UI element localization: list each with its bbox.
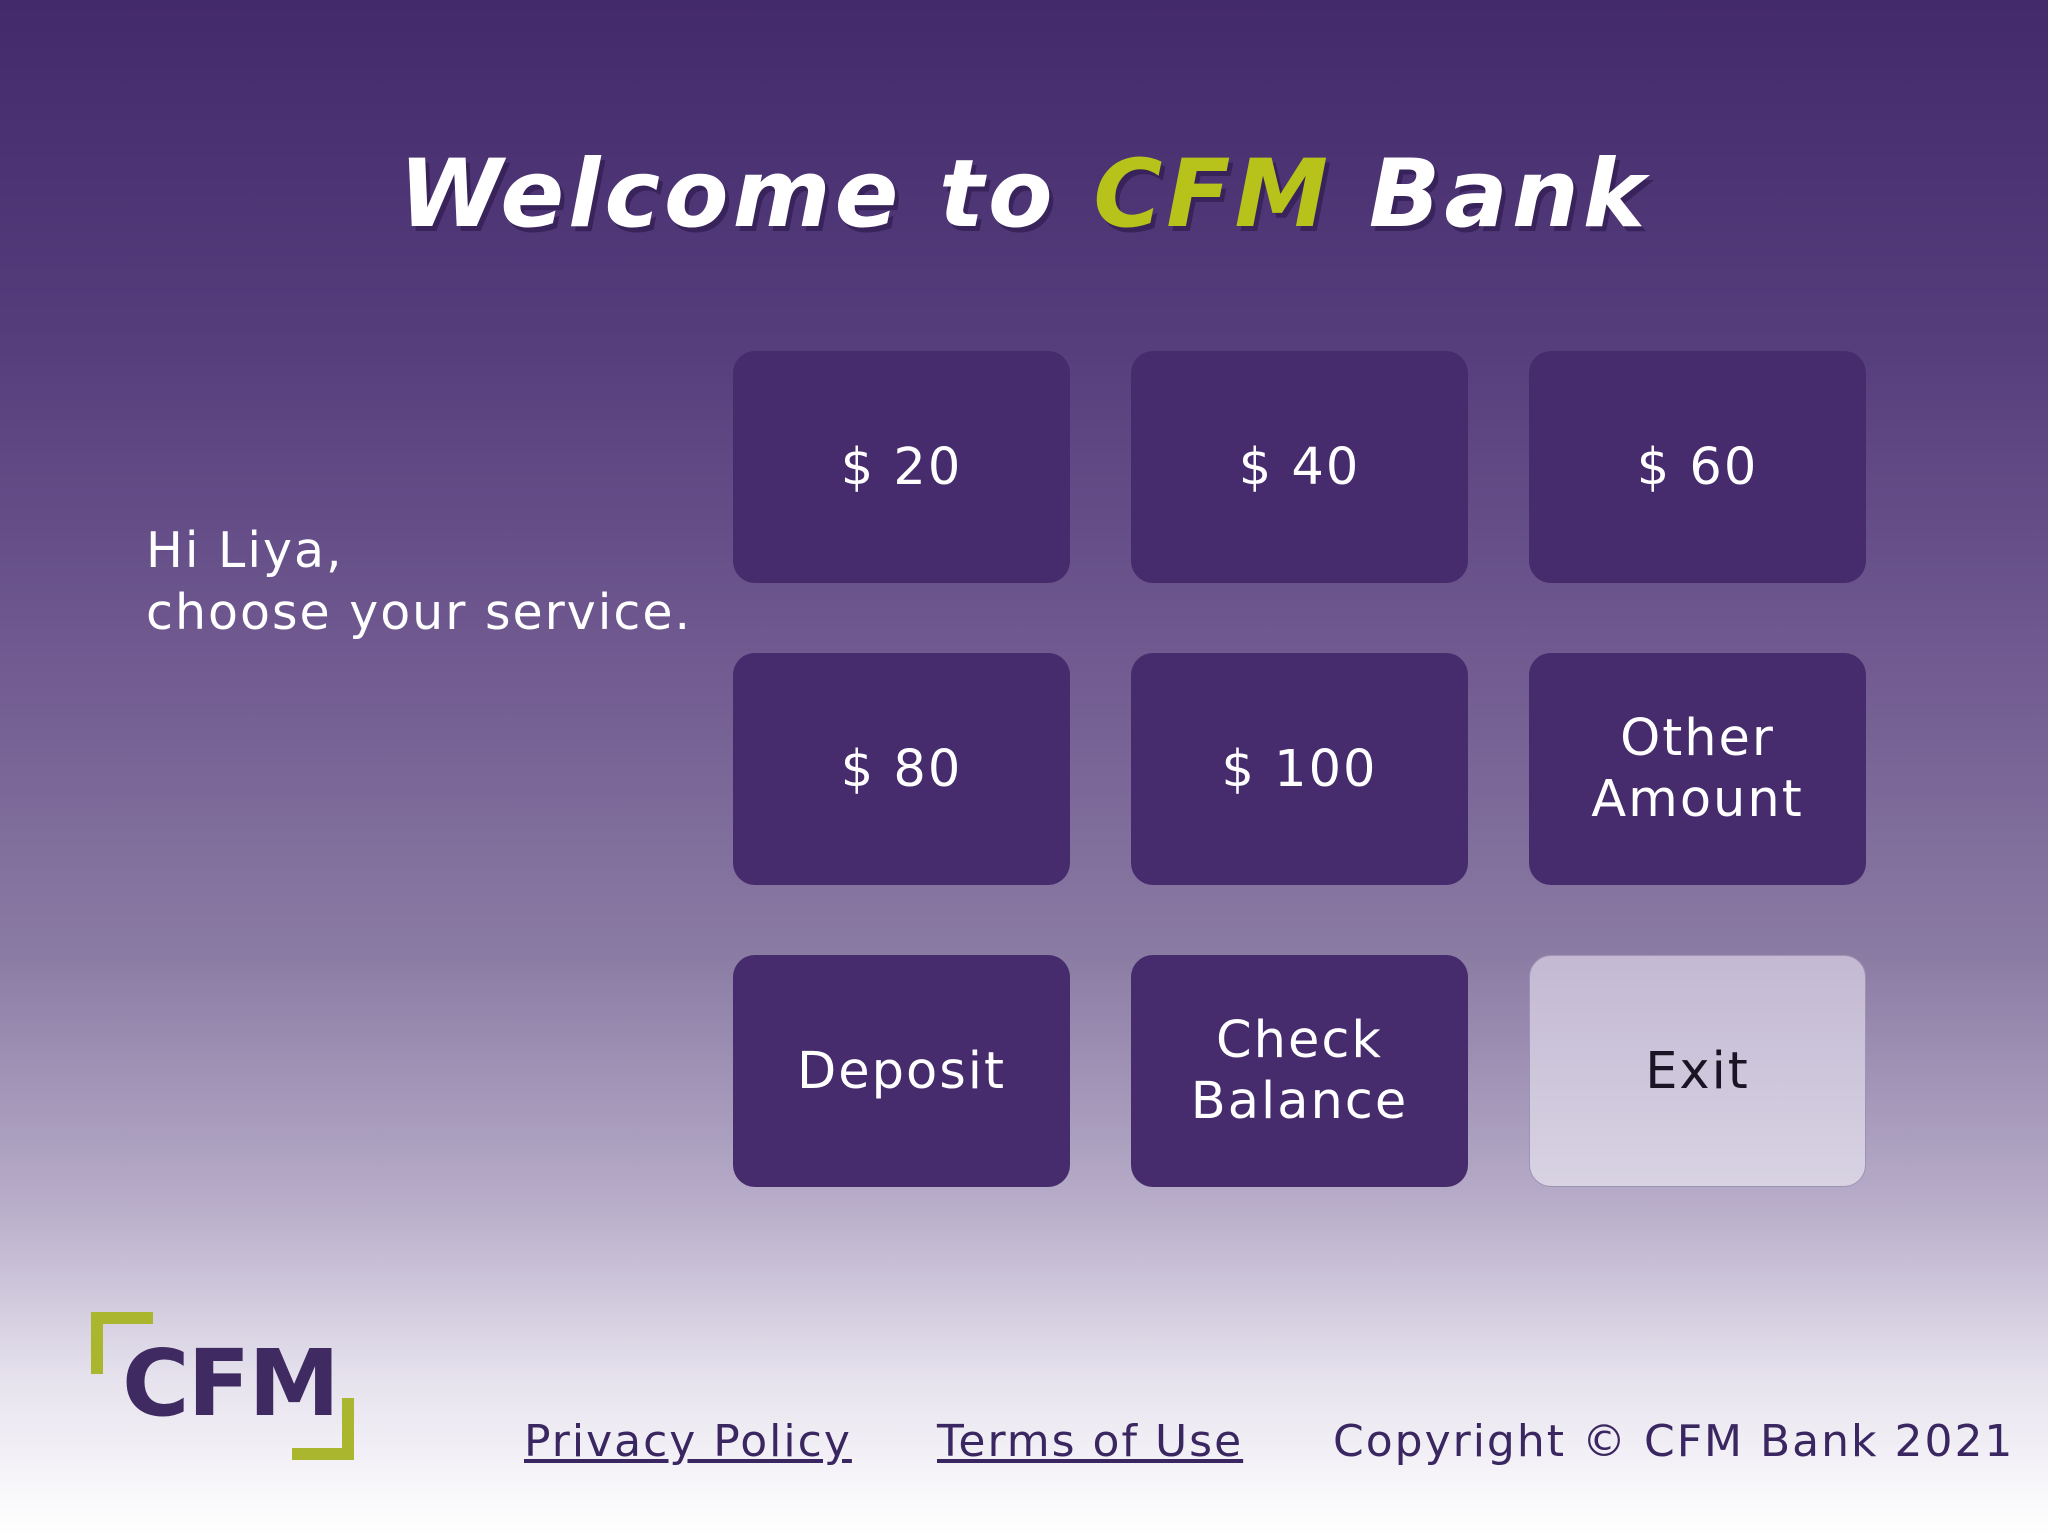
withdraw-100-label: $ 100	[1221, 739, 1378, 799]
logo-bracket-left	[91, 1312, 103, 1374]
exit-label: Exit	[1645, 1041, 1750, 1101]
check-balance-button[interactable]: Check Balance	[1131, 955, 1468, 1187]
deposit-button[interactable]: Deposit	[733, 955, 1070, 1187]
withdraw-80-label: $ 80	[840, 739, 963, 799]
greeting-line-1: Hi Liya,	[146, 522, 344, 579]
withdraw-60-button[interactable]: $ 60	[1529, 351, 1866, 583]
logo-bracket-right	[342, 1398, 354, 1460]
withdraw-20-label: $ 20	[840, 437, 963, 497]
withdraw-60-label: $ 60	[1636, 437, 1759, 497]
check-balance-line-1: Check	[1216, 1011, 1383, 1070]
deposit-label: Deposit	[797, 1041, 1006, 1101]
exit-button[interactable]: Exit	[1529, 955, 1866, 1187]
withdraw-100-button[interactable]: $ 100	[1131, 653, 1468, 885]
withdraw-20-button[interactable]: $ 20	[733, 351, 1070, 583]
greeting-line-2: choose your service.	[146, 584, 693, 641]
service-grid: $ 20 $ 40 $ 60 $ 80 $ 100 Other Amount D…	[733, 351, 1866, 1187]
title-brand: CFM	[1093, 140, 1333, 249]
privacy-policy-link[interactable]: Privacy Policy	[524, 1416, 852, 1467]
logo-wordmark: CFM	[122, 1330, 340, 1437]
title-suffix: Bank	[1332, 140, 1650, 249]
terms-of-use-link[interactable]: Terms of Use	[937, 1416, 1243, 1467]
withdraw-40-label: $ 40	[1238, 437, 1361, 497]
check-balance-label: Check Balance	[1191, 1010, 1408, 1132]
other-amount-button[interactable]: Other Amount	[1529, 653, 1866, 885]
cfm-logo: CFM	[91, 1312, 354, 1460]
other-amount-label: Other Amount	[1591, 708, 1803, 830]
check-balance-line-2: Balance	[1190, 1072, 1409, 1131]
other-amount-line-1: Other	[1620, 709, 1775, 768]
withdraw-80-button[interactable]: $ 80	[733, 653, 1070, 885]
page-title: Welcome to CFM Bank	[0, 140, 2048, 249]
withdraw-40-button[interactable]: $ 40	[1131, 351, 1468, 583]
greeting: Hi Liya, choose your service.	[146, 520, 692, 644]
title-prefix: Welcome to	[398, 140, 1094, 249]
copyright-text: Copyright © CFM Bank 2021	[1333, 1416, 2015, 1467]
other-amount-line-2: Amount	[1591, 770, 1804, 829]
